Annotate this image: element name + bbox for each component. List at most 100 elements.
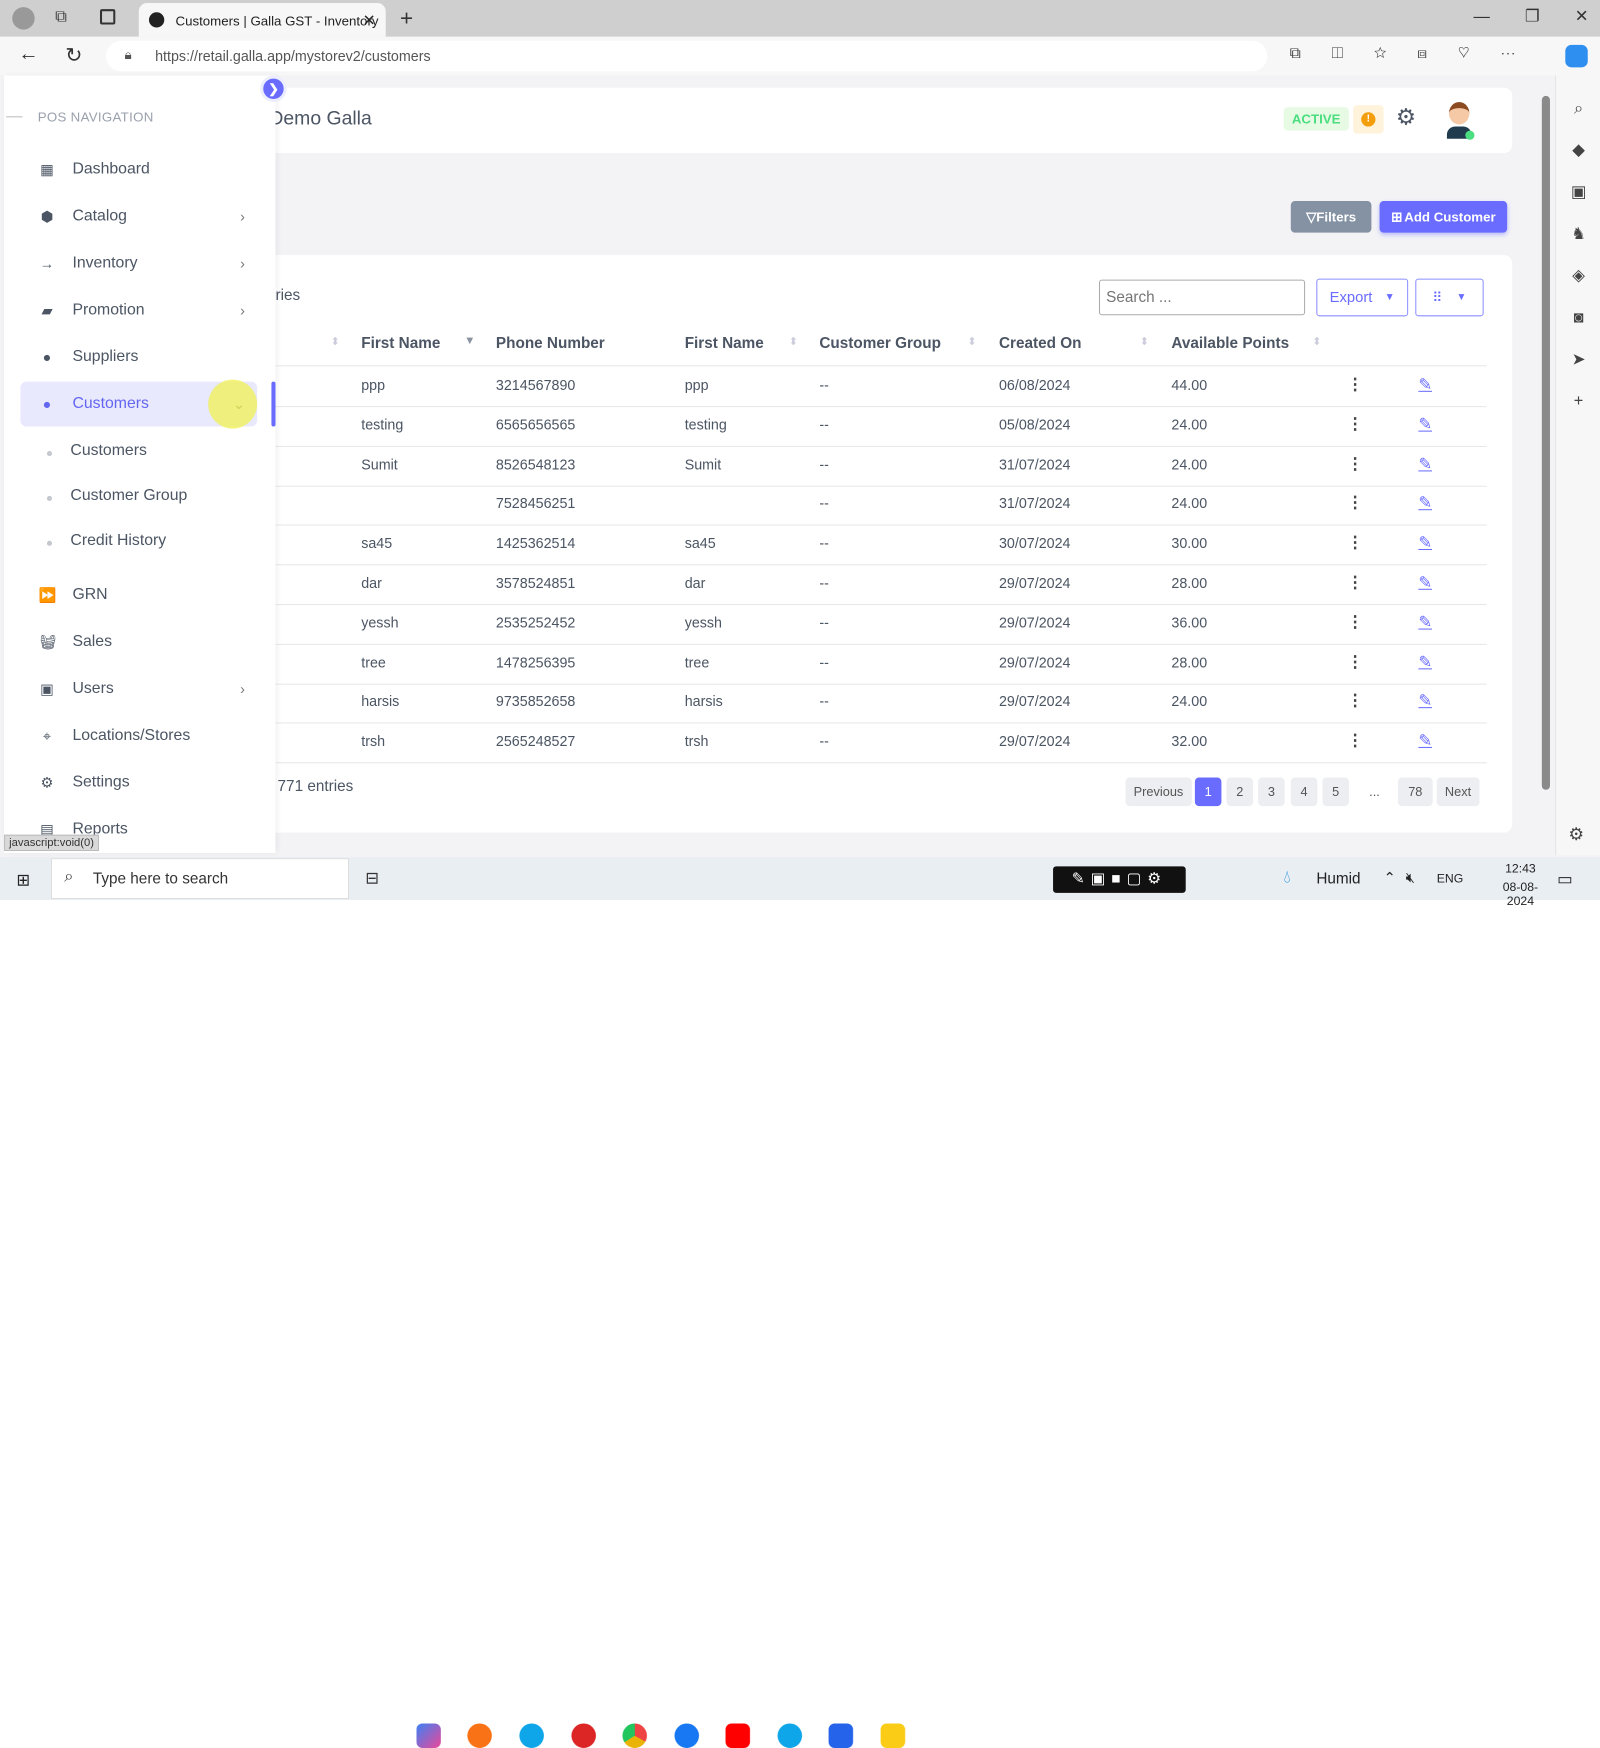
store-icon[interactable]: [828, 1723, 854, 1748]
pagination-page[interactable]: 1: [1194, 777, 1222, 807]
skype-icon[interactable]: [777, 1723, 803, 1748]
url-field[interactable]: 🔒︎ https://retail.galla.app/mystorev2/cu…: [106, 40, 1268, 72]
sidebar-item-promotion[interactable]: ▰ Promotion ›: [20, 288, 257, 333]
sidebar-item-grn[interactable]: ⏩ GRN: [20, 572, 257, 617]
notifications-icon[interactable]: ▭: [1557, 869, 1572, 889]
tab-actions-icon[interactable]: [99, 9, 116, 25]
column-header[interactable]: Available Points: [1171, 335, 1289, 352]
sidebar-item-settings[interactable]: ⚙ Settings: [20, 760, 257, 805]
edge-icon[interactable]: [519, 1723, 544, 1748]
alert-button[interactable]: !: [1353, 105, 1384, 134]
new-tab-icon[interactable]: +: [400, 5, 413, 32]
page-scrollbar[interactable]: [1541, 82, 1551, 847]
screen: ⧉ Customers | Galla GST - Inventory ✕ + …: [0, 0, 1600, 1748]
filters-button[interactable]: ▽ Filters: [1290, 201, 1372, 233]
column-header[interactable]: First Name: [361, 335, 440, 352]
copilot-icon[interactable]: [1565, 44, 1588, 68]
edge-sidebar-icons[interactable]: ⌕ ◆ ▣ ♞ ◈ ◙ ➤ +: [1568, 88, 1588, 423]
edit-icon[interactable]: ✎: [1418, 731, 1432, 751]
column-header[interactable]: Customer Group: [819, 335, 941, 352]
sidebar-item-sales[interactable]: 🧺︎ Sales: [20, 619, 257, 664]
pagination-page[interactable]: 5: [1322, 777, 1349, 807]
search-input[interactable]: [1098, 279, 1306, 316]
firefox-icon[interactable]: [467, 1723, 492, 1748]
sidebar-item-users[interactable]: ▣ Users ›: [20, 666, 257, 711]
window-controls[interactable]: — ❐ ✕: [1473, 6, 1588, 26]
sort-desc-icon[interactable]: ▼: [464, 335, 475, 347]
pagination-page[interactable]: 3: [1258, 777, 1285, 807]
gear-icon[interactable]: ⚙: [1396, 104, 1416, 131]
more-actions-icon[interactable]: ⋮: [1347, 612, 1363, 632]
table-cell: tree: [684, 653, 710, 670]
sort-icon[interactable]: ⬍: [1140, 335, 1149, 348]
gear-icon[interactable]: ⚙: [1568, 824, 1584, 844]
avatar[interactable]: [1445, 100, 1475, 141]
sidebar-item-label: Suppliers: [72, 347, 139, 366]
edit-icon[interactable]: ✎: [1418, 612, 1432, 632]
pagination-previous[interactable]: Previous: [1125, 777, 1192, 807]
youtube-icon[interactable]: [725, 1723, 750, 1748]
more-actions-icon[interactable]: ⋮: [1347, 652, 1363, 672]
edit-icon[interactable]: ✎: [1418, 493, 1432, 513]
more-actions-icon[interactable]: ⋮: [1347, 691, 1363, 711]
sidebar-subitem[interactable]: Credit History: [70, 532, 166, 550]
more-actions-icon[interactable]: ⋮: [1347, 493, 1363, 513]
sort-icon[interactable]: ⬍: [789, 335, 798, 348]
more-actions-icon[interactable]: ⋮: [1347, 731, 1363, 751]
browser-toolbar-icons[interactable]: ⧉ ◫ ☆ ⧈ ♡ ⋯: [1290, 45, 1516, 62]
column-header[interactable]: First Name: [685, 335, 764, 352]
pagination-page[interactable]: 2: [1226, 777, 1254, 807]
pagination-page[interactable]: 4: [1290, 777, 1318, 807]
pagination-next[interactable]: Next: [1436, 777, 1480, 807]
edit-icon[interactable]: ✎: [1418, 374, 1432, 394]
task-view-icon[interactable]: ⊟: [365, 868, 379, 888]
profile-icon[interactable]: [12, 7, 35, 30]
more-actions-icon[interactable]: ⋮: [1347, 454, 1363, 474]
more-actions-icon[interactable]: ⋮: [1347, 533, 1363, 553]
column-header[interactable]: Phone Number: [496, 335, 605, 352]
tab-title: Customers | Galla GST - Inventory: [175, 13, 379, 29]
more-actions-icon[interactable]: ⋮: [1347, 414, 1363, 434]
edit-icon[interactable]: ✎: [1418, 572, 1432, 592]
edit-icon[interactable]: ✎: [1418, 652, 1432, 672]
chrome-icon[interactable]: [622, 1723, 647, 1748]
edit-icon[interactable]: ✎: [1418, 691, 1432, 711]
capture-toolbar[interactable]: ✎▣■▢⚙: [1053, 866, 1186, 893]
sidebar-item-dashboard[interactable]: ▦ Dashboard: [20, 147, 257, 192]
system-tray-icons[interactable]: ⌃ 🔇︎: [1384, 869, 1415, 886]
edit-icon[interactable]: ✎: [1418, 414, 1432, 434]
sidebar-subitem[interactable]: Customer Group: [70, 487, 187, 505]
facebook-icon[interactable]: [674, 1723, 699, 1748]
export-dropdown[interactable]: Export ▼: [1316, 278, 1409, 317]
sidebar-toggle-button[interactable]: ❯: [260, 75, 287, 103]
add-customer-button[interactable]: ⊞ Add Customer: [1379, 201, 1508, 233]
sidebar-item-inventory[interactable]: → Inventory ›: [20, 241, 257, 286]
table-cell: --: [819, 732, 829, 750]
sort-icon[interactable]: ⬍: [967, 335, 976, 348]
sort-icon[interactable]: ⬍: [1312, 335, 1321, 348]
clock[interactable]: 12:43 08-08-2024: [1492, 861, 1549, 908]
sidebar-subitem[interactable]: Customers: [70, 442, 146, 460]
edit-icon[interactable]: ✎: [1418, 533, 1432, 553]
back-icon[interactable]: ←: [18, 43, 38, 66]
sidebar-item-locations-stores[interactable]: ⌖ Locations/Stores: [20, 713, 257, 758]
close-tab-icon[interactable]: ✕: [363, 11, 376, 29]
language-indicator[interactable]: ENG: [1437, 871, 1464, 885]
windows-start-icon[interactable]: ⊞: [16, 870, 30, 890]
column-visibility-dropdown[interactable]: ⠿ ▼: [1415, 278, 1484, 317]
app-icon[interactable]: [880, 1723, 906, 1748]
sort-icon[interactable]: ⬍: [331, 335, 340, 348]
copilot-app-icon[interactable]: [416, 1723, 441, 1748]
browser-tab[interactable]: Customers | Galla GST - Inventory ✕: [138, 3, 386, 37]
refresh-icon[interactable]: ↻: [65, 43, 82, 69]
workspaces-icon[interactable]: ⧉: [55, 8, 67, 26]
sidebar-item-catalog[interactable]: ⬢ Catalog ›: [20, 194, 257, 239]
column-header[interactable]: Created On: [999, 335, 1082, 352]
sidebar-item-suppliers[interactable]: ● Suppliers: [20, 335, 257, 380]
taskbar-search[interactable]: ⌕ Type here to search: [51, 858, 349, 899]
more-actions-icon[interactable]: ⋮: [1347, 374, 1363, 394]
recorder-icon[interactable]: [571, 1723, 596, 1748]
pagination-page[interactable]: 78: [1397, 777, 1433, 807]
edit-icon[interactable]: ✎: [1418, 454, 1432, 474]
more-actions-icon[interactable]: ⋮: [1347, 572, 1363, 592]
